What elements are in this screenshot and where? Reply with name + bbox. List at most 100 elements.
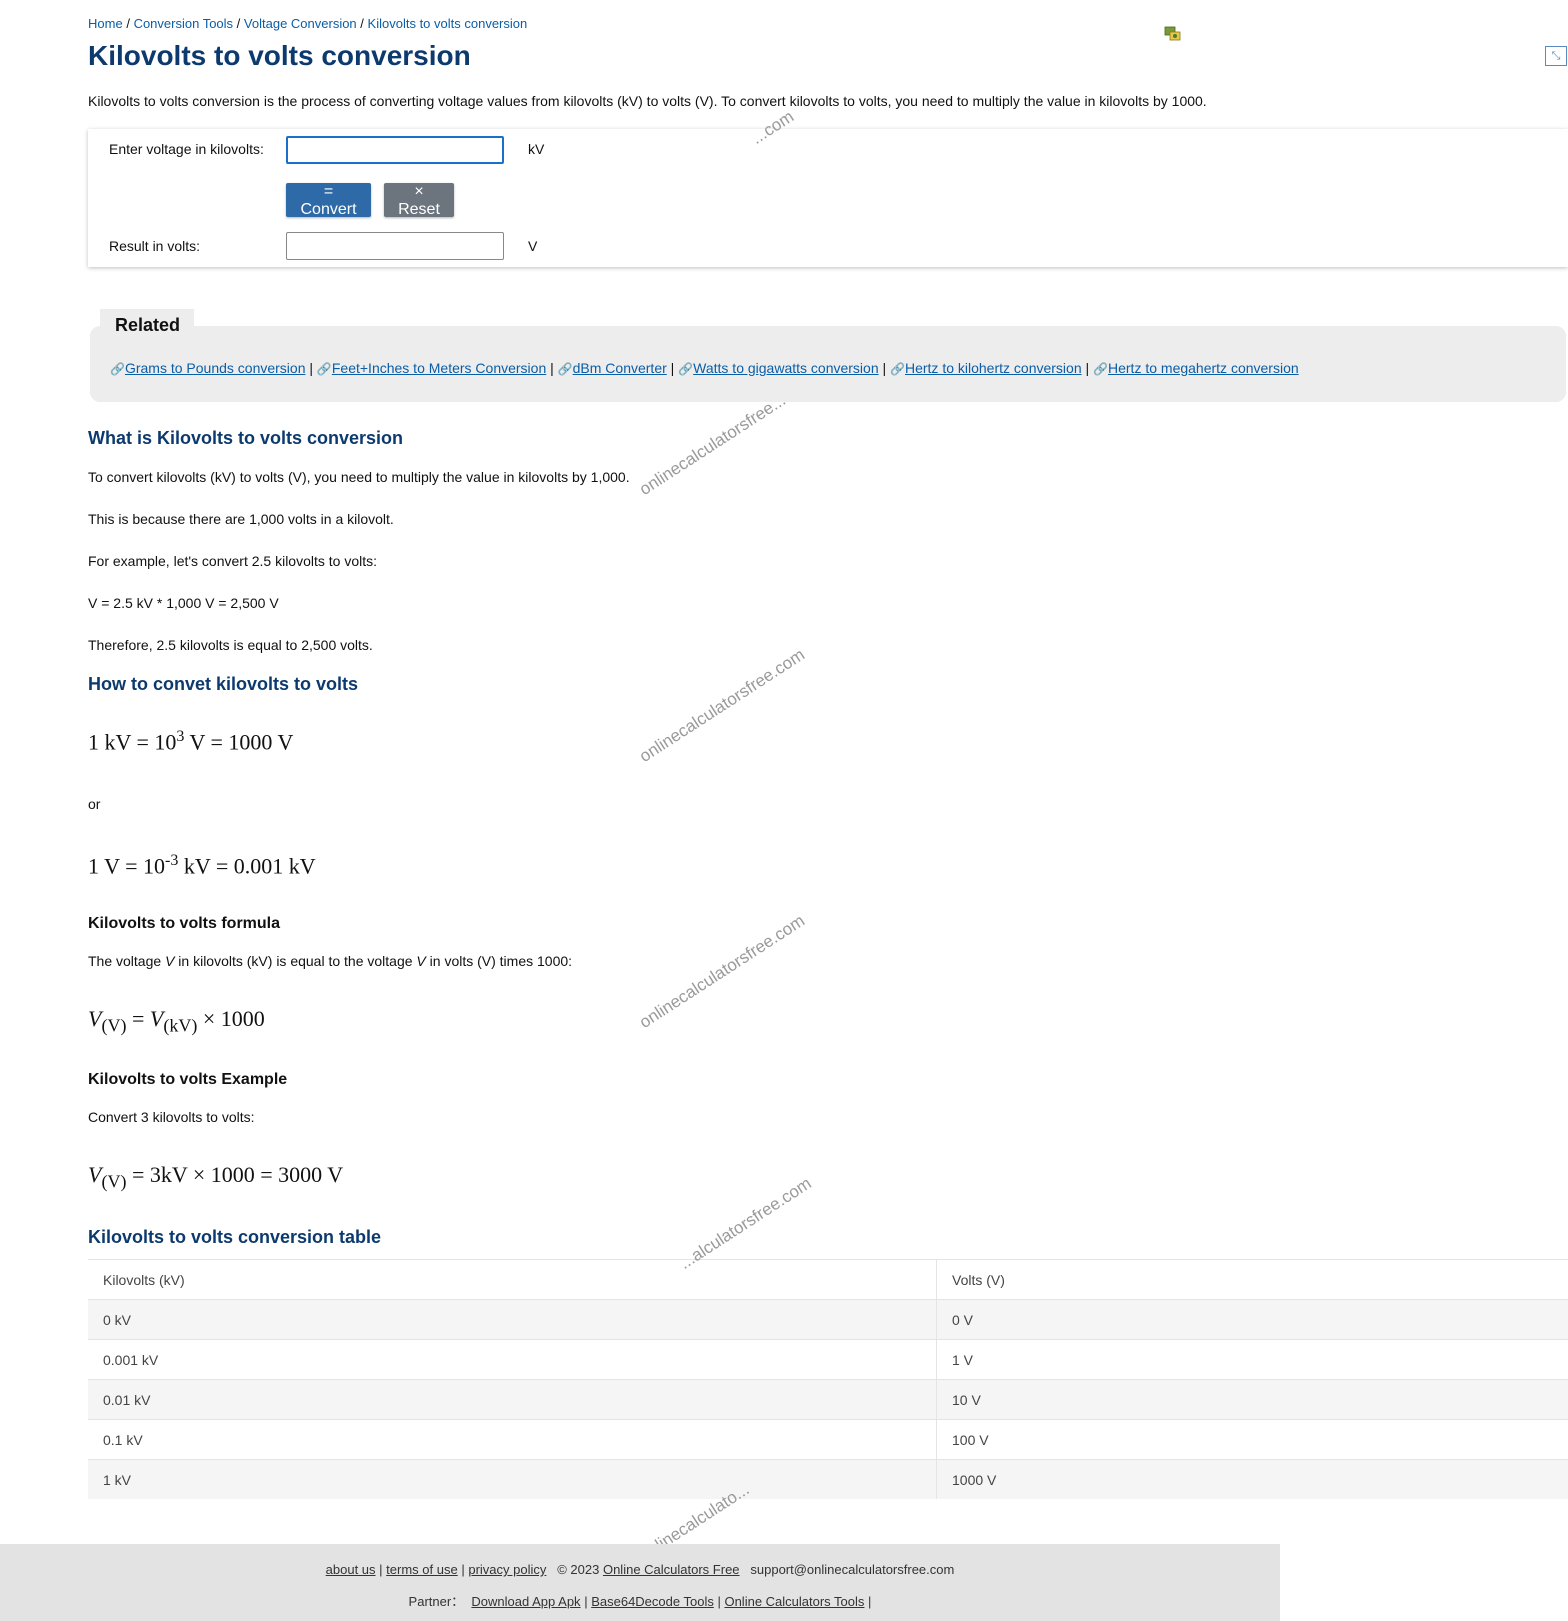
breadcrumb-home[interactable]: Home — [88, 16, 123, 31]
breadcrumb-conversion-tools[interactable]: Conversion Tools — [134, 16, 233, 31]
table-cell: 0 V — [936, 1299, 1568, 1340]
formula-variable: V — [149, 1006, 164, 1031]
conversion-table: Kilovolts (kV) Volts (V) 0 kV 0 V 0.001 … — [88, 1259, 1568, 1499]
input-unit: kV — [528, 141, 545, 157]
footer-partner-label: Partner： — [408, 1594, 465, 1609]
link-chain-icon: 🔗 — [110, 362, 125, 376]
example-equation: V(V) = 3kV × 1000 = 3000 V — [88, 1162, 343, 1192]
formula-subscript: (kV) — [163, 1015, 198, 1036]
example-equation-text: V = 2.5 kV * 1,000 V = 2,500 V — [88, 595, 279, 611]
equation-part: × 1000 — [197, 1006, 265, 1031]
formula-equation: V(V) = V(kV) × 1000 — [88, 1006, 265, 1036]
footer-partners: Partner： Download App Apk | Base64Decode… — [0, 1591, 1280, 1610]
footer-about-link[interactable]: about us — [326, 1562, 376, 1577]
footer-separator: | — [461, 1562, 465, 1577]
breadcrumb: Home / Conversion Tools / Voltage Conver… — [88, 16, 527, 31]
formula-text: in kilovolts (kV) is equal to the voltag… — [174, 953, 417, 969]
link-chain-icon: 🔗 — [890, 362, 905, 376]
table-row: 0.01 kV 10 V — [88, 1379, 1568, 1420]
footer-separator: | — [868, 1594, 872, 1609]
footer-privacy-link[interactable]: privacy policy — [468, 1562, 546, 1577]
formula-heading: Kilovolts to volts formula — [88, 915, 281, 932]
formula-description: The voltage V in kilovolts (kV) is equal… — [88, 953, 572, 969]
footer: about us | terms of use | privacy policy… — [0, 1544, 1280, 1621]
footer-terms-link[interactable]: terms of use — [386, 1562, 458, 1577]
link-chain-icon: 🔗 — [316, 362, 332, 376]
related-separator: | — [309, 360, 314, 376]
translate-icon[interactable] — [1164, 26, 1182, 42]
breadcrumb-separator: / — [236, 16, 241, 31]
table-row: 0 kV 0 V — [88, 1299, 1568, 1340]
table-cell: 1 kV — [88, 1459, 937, 1499]
breadcrumb-separator: / — [126, 16, 130, 31]
related-separator: | — [1085, 360, 1090, 376]
fullscreen-icon[interactable]: ⤡ — [1545, 46, 1567, 66]
related-link-grams-pounds[interactable]: Grams to Pounds conversion — [125, 360, 306, 376]
table-cell: 0.01 kV — [88, 1379, 937, 1420]
footer-email: support@onlinecalculatorsfree.com — [750, 1562, 955, 1577]
footer-separator: | — [379, 1562, 383, 1577]
equation-part: = — [126, 1006, 150, 1031]
how-to-heading: How to convet kilovolts to volts — [88, 674, 359, 694]
breadcrumb-separator: / — [360, 16, 364, 31]
link-chain-icon: 🔗 — [1093, 362, 1108, 376]
footer-site-link[interactable]: Online Calculators Free — [603, 1562, 740, 1577]
partner-link[interactable]: Base64Decode Tools — [591, 1594, 714, 1609]
what-is-paragraph: This is because there are 1,000 volts in… — [88, 511, 394, 527]
table-cell: 100 V — [936, 1419, 1568, 1460]
related-link-dbm[interactable]: dBm Converter — [573, 360, 667, 376]
equation-kv-to-v: 1 kV = 103 V = 1000 V — [88, 728, 293, 755]
footer-links: about us | terms of use | privacy policy… — [0, 1562, 1280, 1577]
kilovolts-input[interactable] — [286, 136, 504, 164]
table-cell: 0.1 kV — [88, 1419, 937, 1460]
partner-link[interactable]: Online Calculators Tools — [724, 1594, 864, 1609]
related-links: 🔗Grams to Pounds conversion | 🔗Feet+Inch… — [110, 360, 1299, 376]
link-chain-icon: 🔗 — [678, 362, 694, 376]
convert-button[interactable]: = Convert — [286, 183, 371, 218]
formula-text: The voltage — [88, 953, 166, 969]
related-link-hertz-megahertz[interactable]: Hertz to megahertz conversion — [1108, 360, 1299, 376]
example-heading: Kilovolts to volts Example — [88, 1071, 288, 1088]
related-separator: | — [670, 360, 675, 376]
formula-variable: V — [88, 1162, 102, 1187]
table-header-cell: Volts (V) — [936, 1259, 1568, 1300]
table-heading: Kilovolts to volts conversion table — [88, 1227, 382, 1247]
related-title: Related — [100, 309, 194, 339]
equation-v-to-kv: 1 V = 10-3 kV = 0.001 kV — [88, 852, 316, 879]
equation-part: 1 kV = 10 — [88, 729, 177, 755]
watermark: onlinecalculatorsfree.com — [636, 645, 809, 766]
table-header-cell: Kilovolts (kV) — [88, 1259, 937, 1300]
equation-part: kV = 0.001 kV — [178, 853, 316, 879]
input-label: Enter voltage in kilovolts: — [109, 141, 264, 157]
formula-variable: V — [165, 953, 175, 969]
intro-text: Kilovolts to volts conversion is the pro… — [88, 93, 1207, 109]
what-is-paragraph: Therefore, 2.5 kilovolts is equal to 2,5… — [88, 637, 373, 653]
formula-subscript: (V) — [101, 1171, 127, 1192]
related-link-hertz-kilohertz[interactable]: Hertz to kilohertz conversion — [905, 360, 1082, 376]
breadcrumb-voltage-conversion[interactable]: Voltage Conversion — [244, 16, 357, 31]
partner-link[interactable]: Download App Apk — [471, 1594, 580, 1609]
breadcrumb-current-page[interactable]: Kilovolts to volts conversion — [368, 16, 528, 31]
what-is-heading: What is Kilovolts to volts conversion — [88, 428, 404, 448]
table-cell: 1 V — [936, 1339, 1568, 1380]
table-cell: 0.001 kV — [88, 1339, 937, 1380]
footer-separator: | — [584, 1594, 588, 1609]
related-link-watts-gigawatts[interactable]: Watts to gigawatts conversion — [693, 360, 878, 376]
table-row: 0.1 kV 100 V — [88, 1419, 1568, 1460]
or-text: or — [88, 796, 101, 812]
table-cell: 1000 V — [936, 1459, 1568, 1499]
equation-part: = 3kV × 1000 = 3000 V — [126, 1162, 344, 1187]
equation-part: 1 V = 10 — [88, 853, 165, 879]
related-separator: | — [882, 360, 887, 376]
related-link-feet-meters[interactable]: Feet+Inches to Meters Conversion — [332, 360, 546, 376]
related-separator: | — [550, 360, 554, 376]
table-row: 0.001 kV 1 V — [88, 1339, 1568, 1380]
formula-variable: V — [88, 1006, 102, 1031]
link-chain-icon: 🔗 — [557, 362, 573, 376]
reset-button[interactable]: × Reset — [384, 183, 454, 218]
table-row: 1 kV 1000 V — [88, 1459, 1568, 1499]
volts-result-field[interactable] — [286, 232, 504, 260]
equation-part: V = 1000 V — [184, 729, 294, 755]
page-title: Kilovolts to volts conversion — [88, 40, 471, 71]
result-label: Result in volts: — [109, 238, 201, 254]
